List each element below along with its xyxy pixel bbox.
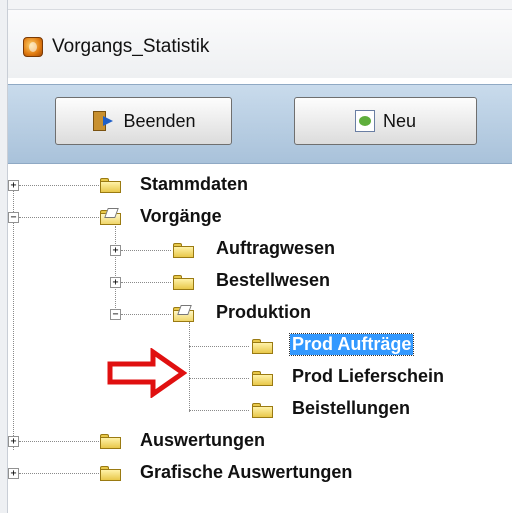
folder-icon [252, 403, 273, 418]
folder-icon [100, 466, 121, 481]
expand-grafische-auswertungen-button[interactable]: + [8, 468, 19, 479]
tree-item-prod-auftraege[interactable]: Prod Aufträge [288, 333, 415, 356]
tree-line [121, 314, 171, 315]
expand-auftragwesen-button[interactable]: + [110, 245, 121, 256]
tree-line [189, 322, 190, 412]
window-title: Vorgangs_Statistik [52, 36, 210, 57]
red-arrow-icon [107, 348, 187, 398]
expand-stammdaten-button[interactable]: + [8, 180, 19, 191]
tree-item-auswertungen[interactable]: Auswertungen [140, 430, 265, 451]
tree-item-stammdaten[interactable]: Stammdaten [140, 174, 248, 195]
tree-item-bestellwesen[interactable]: Bestellwesen [216, 270, 330, 291]
tree-item-prod-lieferschein[interactable]: Prod Lieferschein [292, 366, 444, 387]
new-button-label: Neu [382, 110, 417, 131]
tree-line [115, 226, 116, 316]
app-orange-icon [23, 37, 43, 57]
folder-icon [100, 178, 121, 193]
new-button[interactable]: Neu [294, 97, 477, 145]
expand-bestellwesen-button[interactable]: + [110, 277, 121, 288]
tree-line [121, 282, 171, 283]
tree-line [19, 473, 99, 474]
folder-icon [252, 371, 273, 386]
folder-icon [100, 434, 121, 449]
window-top-border [0, 0, 512, 10]
new-document-icon [354, 110, 375, 132]
tree-line [19, 185, 99, 186]
tree-line [121, 250, 171, 251]
folder-icon [252, 339, 273, 354]
open-folder-icon [173, 305, 194, 322]
tree-line [189, 378, 249, 379]
folder-icon [173, 275, 194, 290]
tree-item-grafische-auswertungen[interactable]: Grafische Auswertungen [140, 462, 352, 483]
tree-line [189, 410, 249, 411]
tree-item-auftragwesen[interactable]: Auftragwesen [216, 238, 335, 259]
collapse-produktion-button[interactable]: − [110, 309, 121, 320]
tree-line [189, 346, 249, 347]
tree-line [19, 217, 99, 218]
exit-button[interactable]: Beenden [55, 97, 232, 145]
exit-door-icon [91, 110, 115, 132]
tree-item-beistellungen[interactable]: Beistellungen [292, 398, 410, 419]
tree-line [13, 190, 14, 450]
exit-button-label: Beenden [123, 110, 196, 131]
expand-auswertungen-button[interactable]: + [8, 436, 19, 447]
folder-icon [173, 243, 194, 258]
tree-item-produktion[interactable]: Produktion [216, 302, 311, 323]
tree-item-vorgaenge[interactable]: Vorgänge [140, 206, 222, 227]
collapse-vorgaenge-button[interactable]: − [8, 212, 19, 223]
open-folder-icon [100, 208, 121, 225]
tree-line [19, 441, 99, 442]
window-left-border [0, 0, 8, 513]
